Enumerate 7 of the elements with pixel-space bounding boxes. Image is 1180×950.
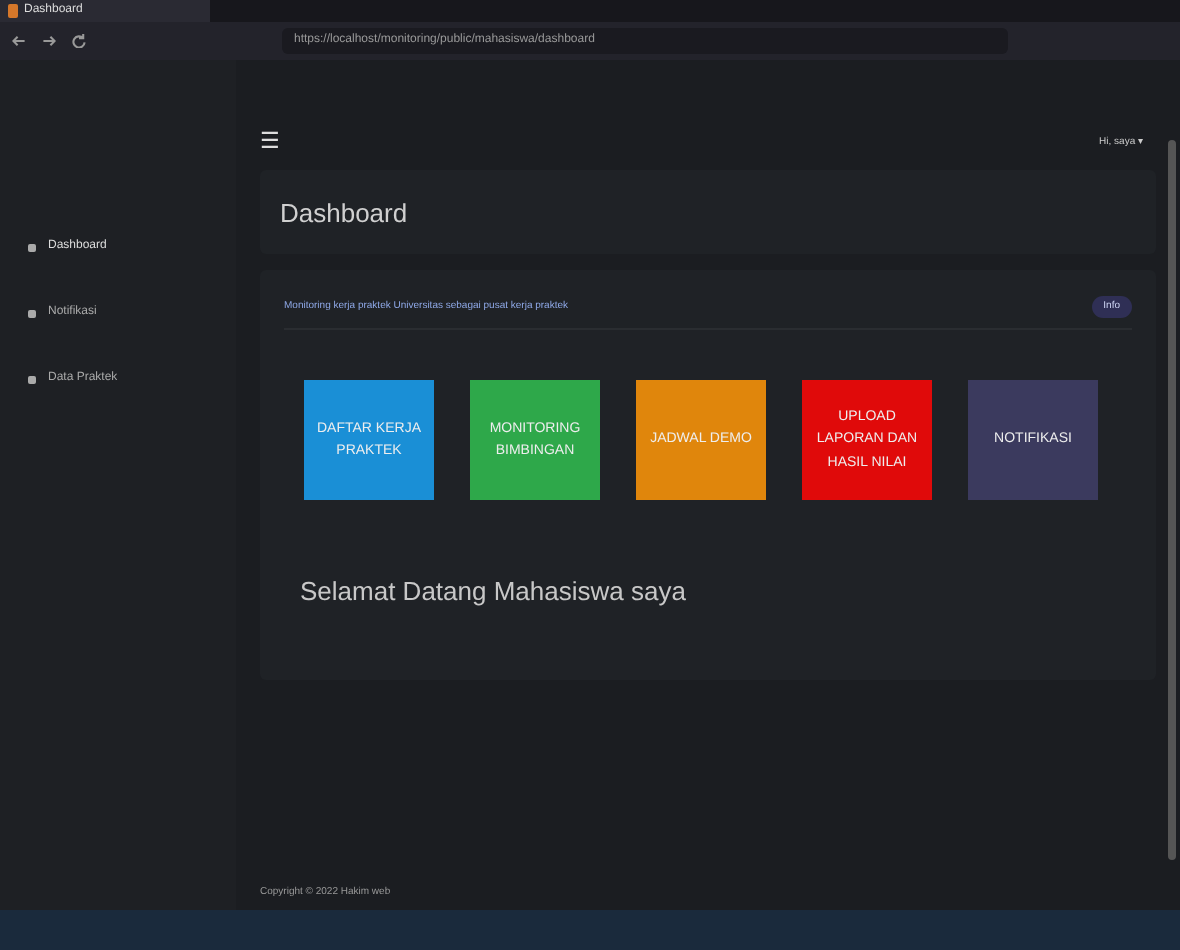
back-icon[interactable] (12, 34, 26, 48)
forward-icon[interactable] (42, 34, 56, 48)
scrollbar[interactable] (1168, 140, 1176, 860)
welcome-heading: Selamat Datang Mahasiswa saya (298, 574, 688, 610)
reload-icon[interactable] (72, 34, 86, 48)
favicon (8, 4, 18, 18)
page-title: Dashboard (280, 198, 410, 230)
